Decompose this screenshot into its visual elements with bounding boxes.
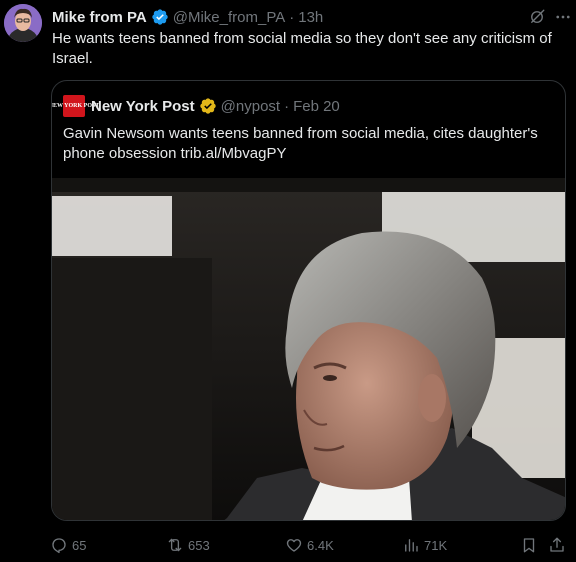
quoted-tweet-time[interactable]: Feb 20 xyxy=(293,98,340,115)
author-avatar[interactable] xyxy=(4,4,42,42)
repost-icon xyxy=(168,538,182,552)
reply-count: 65 xyxy=(72,537,87,553)
tweet-text: He wants teens banned from social media … xyxy=(52,30,552,67)
avatar-image xyxy=(4,4,42,42)
tweet-time[interactable]: 13h xyxy=(298,9,323,26)
nypost-avatar[interactable]: NEW YORK POST xyxy=(52,95,99,117)
bookmark-icon xyxy=(523,538,535,553)
quoted-tweet-header: NEW YORK POST New York Post @nypost · Fe… xyxy=(52,95,340,117)
author-handle[interactable]: @Mike_from_PA xyxy=(173,9,285,26)
like-count: 6.4K xyxy=(307,537,334,553)
newsom-portrait-image xyxy=(52,178,565,520)
reply-icon xyxy=(52,538,66,554)
quoted-tweet-photo[interactable] xyxy=(52,178,565,520)
views-icon xyxy=(405,539,418,552)
author-name[interactable]: Mike from PA xyxy=(52,9,147,26)
more-icon[interactable] xyxy=(554,8,572,26)
heart-icon xyxy=(286,539,302,552)
quoted-author-name[interactable]: New York Post xyxy=(91,98,195,115)
tweet-actions: 65 653 6.4K 71K xyxy=(50,534,570,556)
tweet-header: Mike from PA @Mike_from_PA · 13h xyxy=(52,6,323,28)
views-count: 71K xyxy=(424,537,448,553)
share-button[interactable] xyxy=(548,534,570,556)
gold-verified-badge-icon[interactable] xyxy=(199,97,217,115)
separator: · xyxy=(284,97,290,115)
tweet[interactable]: Mike from PA @Mike_from_PA · 13h He want… xyxy=(0,0,576,562)
grok-icon[interactable] xyxy=(528,8,546,26)
quoted-author-handle[interactable]: @nypost xyxy=(221,98,280,115)
reply-button[interactable]: 65 xyxy=(50,534,86,556)
repost-count: 653 xyxy=(188,537,210,553)
repost-button[interactable]: 653 xyxy=(166,534,210,556)
quoted-tweet[interactable]: NEW YORK POST New York Post @nypost · Fe… xyxy=(51,80,566,521)
separator: · xyxy=(289,8,295,26)
share-icon xyxy=(550,537,564,552)
quoted-tweet-text: Gavin Newsom wants teens banned from soc… xyxy=(63,125,538,162)
like-button[interactable]: 6.4K xyxy=(285,534,334,556)
blue-verified-badge-icon[interactable] xyxy=(151,8,169,26)
views-button[interactable]: 71K xyxy=(402,534,447,556)
bookmark-button[interactable] xyxy=(520,534,542,556)
